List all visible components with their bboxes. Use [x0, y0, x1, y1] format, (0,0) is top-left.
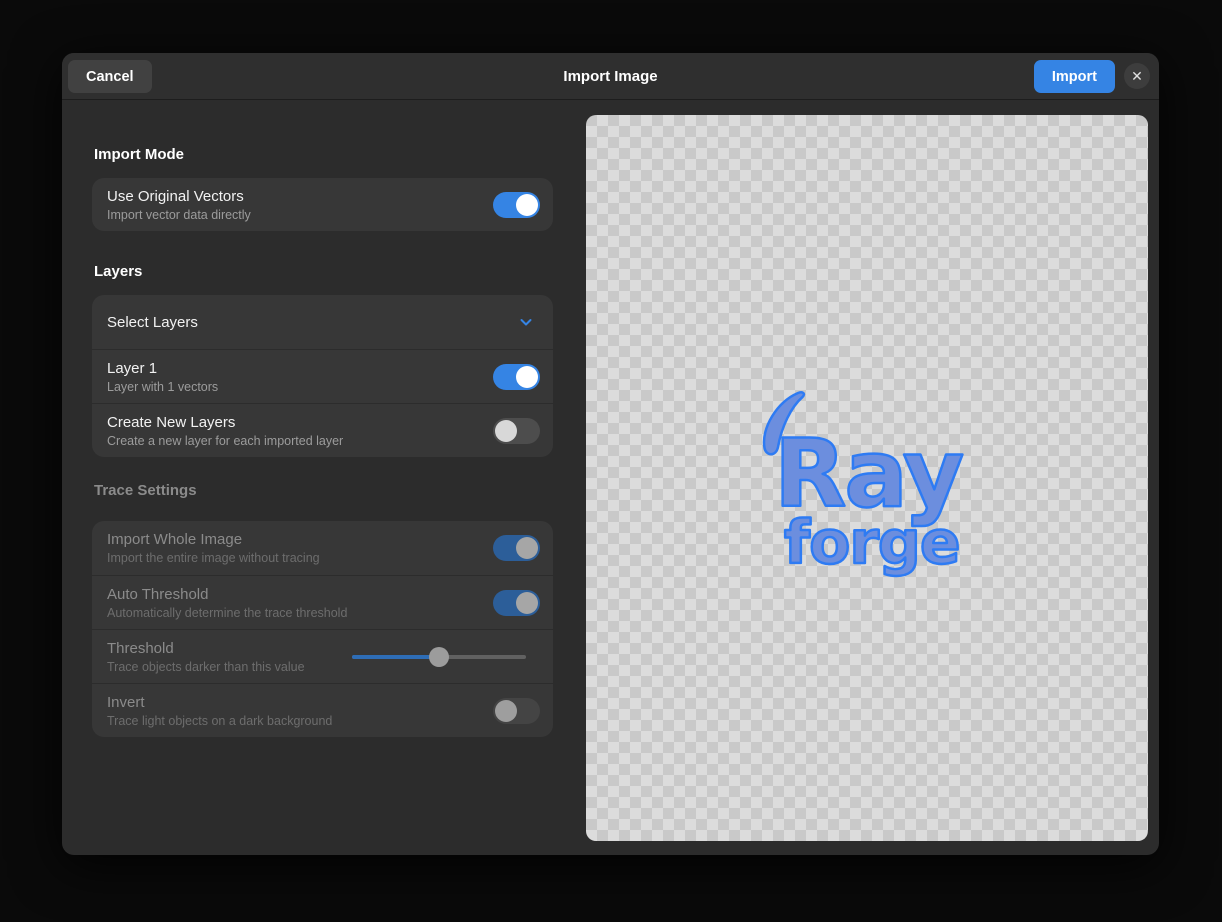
threshold-slider [352, 646, 526, 667]
row-subtitle: Layer with 1 vectors [107, 379, 219, 394]
import-button[interactable]: Import [1033, 60, 1115, 93]
layers-heading: Layers [94, 263, 143, 280]
row-layer-1[interactable]: Layer 1 Layer with 1 vectors [92, 349, 553, 403]
row-auto-threshold: Auto Threshold Automatically determine t… [92, 575, 553, 629]
import-whole-image-toggle [493, 535, 540, 561]
row-use-original-vectors[interactable]: Use Original Vectors Import vector data … [92, 178, 553, 231]
toggle-knob [516, 591, 538, 614]
row-title: Use Original Vectors [107, 187, 244, 205]
logo-text-forge: forge [784, 508, 960, 578]
row-title: Threshold [107, 639, 174, 657]
row-title: Import Whole Image [107, 531, 243, 548]
slider-thumb [429, 646, 449, 667]
row-title: Invert [107, 693, 145, 711]
row-subtitle: Trace objects darker than this value [107, 659, 305, 674]
row-text: Threshold Trace objects darker than this… [107, 639, 352, 675]
row-subtitle: Create a new layer for each imported lay… [107, 433, 344, 448]
create-new-layers-toggle[interactable] [493, 417, 540, 444]
import-image-dialog: Import Image Cancel Import ✕ Import Mode… [62, 53, 1159, 855]
row-subtitle: Trace light objects on a dark background [107, 713, 333, 728]
layers-group: Select Layers Layer 1 Layer with 1 vecto… [92, 295, 553, 457]
row-text: Invert Trace light objects on a dark bac… [107, 693, 493, 729]
row-text: Layer 1 Layer with 1 vectors [107, 359, 493, 395]
row-invert: Invert Trace light objects on a dark bac… [92, 683, 553, 737]
row-subtitle: Automatically determine the trace thresh… [107, 605, 348, 620]
close-button[interactable]: ✕ [1124, 63, 1150, 89]
image-preview-panel: Ray forge [586, 115, 1148, 841]
row-threshold: Threshold Trace objects darker than this… [92, 629, 553, 683]
toggle-knob [495, 699, 517, 722]
close-icon: ✕ [1131, 68, 1143, 84]
import-mode-heading: Import Mode [94, 146, 184, 163]
row-subtitle: Import vector data directly [107, 207, 251, 222]
row-import-whole-image: Import Whole Image Import the entire ima… [92, 521, 553, 575]
dialog-title: Import Image [563, 67, 658, 85]
chevron-down-icon [520, 319, 532, 326]
row-title: Create New Layers [107, 413, 236, 431]
header-bar: Import Image Cancel Import ✕ [62, 53, 1159, 100]
auto-threshold-toggle [493, 589, 540, 616]
row-title: Select Layers [107, 313, 198, 331]
cancel-button[interactable]: Cancel [68, 60, 152, 93]
rayforge-logo: Ray forge [762, 391, 966, 579]
import-mode-group: Use Original Vectors Import vector data … [92, 178, 553, 231]
row-text: Select Layers [107, 313, 518, 332]
row-title: Layer 1 [107, 359, 158, 377]
row-text: Import Whole Image Import the entire ima… [107, 530, 493, 566]
trace-settings-heading: Trace Settings [94, 482, 197, 499]
row-title: Auto Threshold [107, 585, 209, 603]
invert-toggle [493, 697, 540, 724]
settings-pane: Import Mode Use Original Vectors Import … [92, 100, 553, 737]
toggle-knob [495, 419, 517, 442]
row-text: Use Original Vectors Import vector data … [107, 187, 493, 223]
trace-settings-group: Import Whole Image Import the entire ima… [92, 521, 553, 737]
row-select-layers[interactable]: Select Layers [92, 295, 553, 349]
row-subtitle: Import the entire image without tracing [107, 551, 320, 565]
use-original-vectors-toggle[interactable] [493, 191, 540, 218]
slider-fill [352, 654, 439, 659]
toggle-knob [516, 537, 538, 559]
toggle-knob [516, 193, 538, 216]
row-text: Auto Threshold Automatically determine t… [107, 585, 493, 621]
layer-1-toggle[interactable] [493, 363, 540, 390]
row-text: Create New Layers Create a new layer for… [107, 413, 493, 449]
row-create-new-layers[interactable]: Create New Layers Create a new layer for… [92, 403, 553, 457]
toggle-knob [516, 365, 538, 388]
